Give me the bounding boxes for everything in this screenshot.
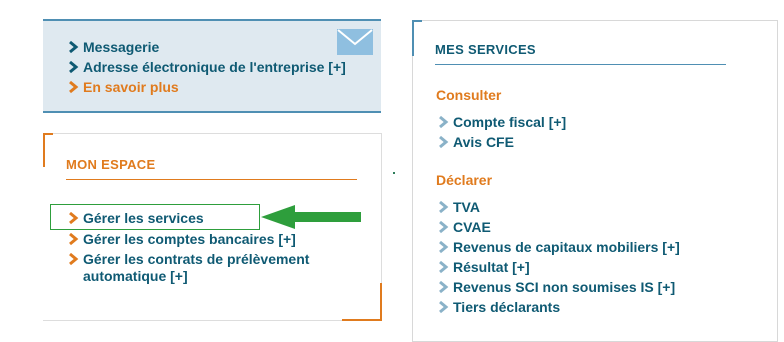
compte-fiscal-label: Compte fiscal [+] <box>453 114 567 130</box>
arrow-left-icon <box>261 205 361 229</box>
chevron-right-icon <box>69 60 79 74</box>
corner-accent <box>43 133 53 135</box>
divider <box>66 179 357 180</box>
mon-espace-title: MON ESPACE <box>66 157 156 172</box>
consulter-heading: Consulter <box>436 87 502 103</box>
revenus-capitaux-label: Revenus de capitaux mobiliers [+] <box>453 239 680 255</box>
divider <box>435 64 726 65</box>
tva-label: TVA <box>453 199 480 215</box>
chevron-right-icon <box>69 211 79 225</box>
messagerie-label: Messagerie <box>83 39 160 55</box>
corner-accent <box>380 283 382 321</box>
chevron-right-icon <box>439 115 449 129</box>
envelope-icon <box>337 29 373 55</box>
mes-services-title: MES SERVICES <box>435 42 536 57</box>
chevron-right-icon <box>69 80 79 94</box>
chevron-right-icon <box>439 280 449 294</box>
adresse-electronique-label: Adresse électronique de l'entreprise [+] <box>83 59 346 75</box>
gerer-contrats-label-cont: automatique [+] <box>83 268 188 284</box>
corner-accent <box>412 20 414 56</box>
chevron-right-icon <box>439 200 449 214</box>
mes-services-panel: MES SERVICES Consulter Compte fiscal [+]… <box>412 20 778 342</box>
gerer-comptes-bancaires-label: Gérer les comptes bancaires [+] <box>83 231 296 247</box>
chevron-right-icon <box>69 40 79 54</box>
chevron-right-icon <box>439 260 449 274</box>
cvae-label: CVAE <box>453 219 491 235</box>
dot <box>393 172 395 174</box>
corner-accent <box>342 319 382 321</box>
chevron-right-icon <box>439 240 449 254</box>
chevron-right-icon <box>439 135 449 149</box>
gerer-contrats-label: Gérer les contrats de prélèvement <box>83 251 310 267</box>
gerer-services-label: Gérer les services <box>83 210 204 226</box>
chevron-right-icon <box>439 220 449 234</box>
revenus-sci-label: Revenus SCI non soumises IS [+] <box>453 279 676 295</box>
corner-accent <box>412 20 422 22</box>
resultat-label: Résultat [+] <box>453 259 530 275</box>
chevron-right-icon <box>439 300 449 314</box>
en-savoir-plus-label: En savoir plus <box>83 79 179 95</box>
avis-cfe-label: Avis CFE <box>453 134 514 150</box>
messaging-panel: Messagerie Adresse électronique de l'ent… <box>43 19 381 113</box>
chevron-right-icon <box>69 252 79 266</box>
declarer-heading: Déclarer <box>436 172 493 188</box>
chevron-right-icon <box>69 232 79 246</box>
tiers-declarants-label: Tiers déclarants <box>453 299 561 315</box>
corner-accent <box>43 133 45 167</box>
